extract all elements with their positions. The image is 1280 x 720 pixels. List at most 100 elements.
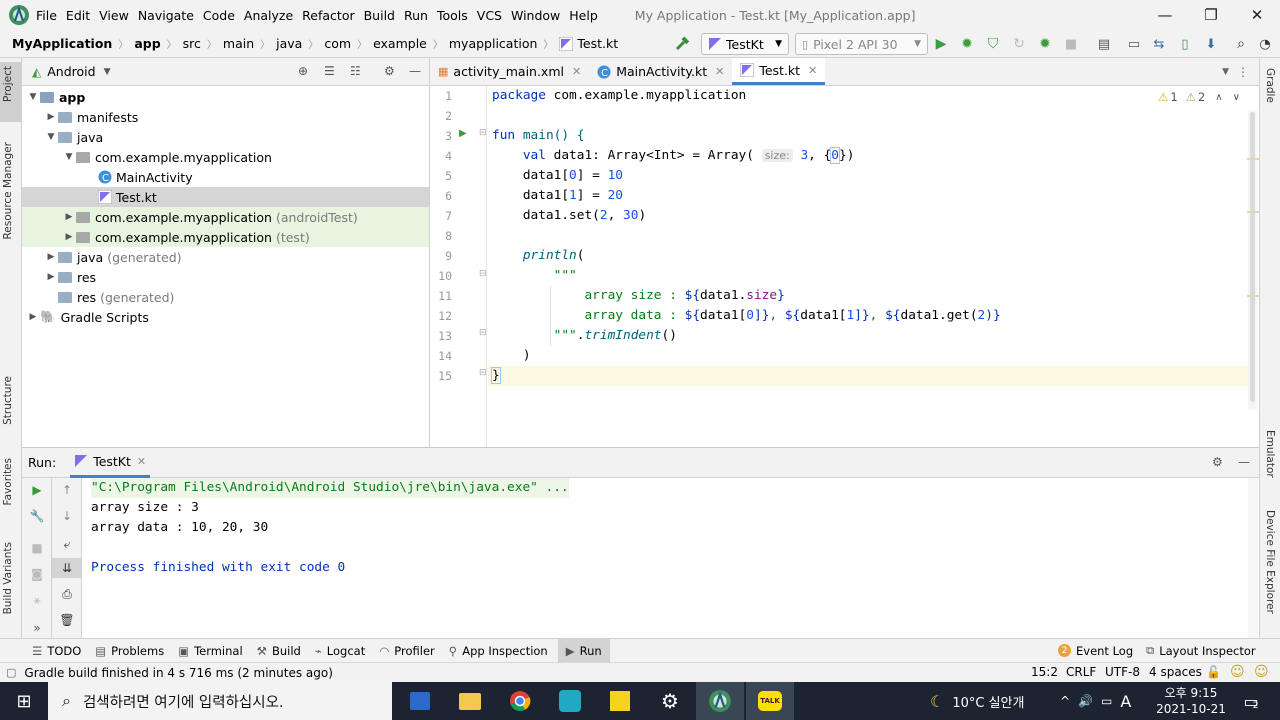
taskbar-store[interactable] (396, 682, 444, 720)
notification-center-button[interactable]: ▭ 2 (1234, 682, 1268, 720)
collapse-all-icon[interactable]: ☷ (350, 64, 361, 78)
run-tool-button-active[interactable]: ▶ Run (557, 639, 610, 662)
console-scrollbar[interactable] (1248, 478, 1258, 639)
run-gutter-icon[interactable]: ▶ (459, 128, 467, 139)
minimize-button[interactable]: — (1142, 0, 1188, 30)
build-hammer-button[interactable] (672, 33, 692, 55)
menu-tools[interactable]: Tools (437, 8, 468, 23)
avd-manager-button[interactable]: ▯ (1176, 33, 1194, 55)
tab-mainactivity-kt[interactable]: C MainActivity.kt ✕ (589, 58, 732, 85)
taskbar-file-explorer[interactable] (446, 682, 494, 720)
line-separator[interactable]: CRLF (1066, 665, 1096, 679)
menu-help[interactable]: Help (569, 8, 598, 23)
menu-window[interactable]: Window (511, 8, 560, 23)
indent-setting[interactable]: 4 spaces (1149, 665, 1202, 679)
breadcrumb-src[interactable]: src (183, 36, 201, 51)
attach-debugger-button[interactable]: ✹ (1036, 33, 1054, 55)
breadcrumb-file[interactable]: Test.kt (577, 36, 618, 51)
tree-node-java[interactable]: ▼ java (22, 127, 429, 147)
search-everywhere-button[interactable]: ⌕ (1232, 33, 1250, 55)
menu-navigate[interactable]: Navigate (138, 8, 194, 23)
resource-manager-tool-tab[interactable]: Resource Manager (2, 142, 14, 240)
menu-analyze[interactable]: Analyze (244, 8, 293, 23)
up-stack-button[interactable]: ↑ (52, 480, 82, 500)
menu-refactor[interactable]: Refactor (302, 8, 354, 23)
favorites-tool-tab[interactable]: Favorites (2, 458, 14, 505)
chevron-up-icon[interactable]: ∧ (1215, 92, 1222, 103)
fold-icon[interactable]: ⊟ (479, 328, 487, 338)
sdk-manager-button[interactable]: ⬇ (1202, 33, 1220, 55)
menu-file[interactable]: File (36, 8, 57, 23)
feedback-icon[interactable]: ☺ (1254, 664, 1269, 680)
menu-vcs[interactable]: VCS (477, 8, 502, 23)
breadcrumb-myapplication[interactable]: myapplication (449, 36, 538, 51)
tab-test-kt[interactable]: Test.kt ✕ (732, 58, 826, 85)
menu-view[interactable]: View (99, 8, 129, 23)
print-button[interactable]: ⎙ (52, 584, 82, 604)
status-message[interactable]: Gradle build finished in 4 s 716 ms (2 m… (24, 666, 332, 680)
tree-node-res[interactable]: ▶ res (22, 267, 429, 287)
structure-tool-tab[interactable]: Structure (2, 376, 14, 425)
clock[interactable]: 오후 9:15 2021-10-21 (1156, 682, 1226, 720)
emulator-tool-tab[interactable]: Emulator (1264, 430, 1276, 478)
tree-node-android-test[interactable]: ▶ com.example.myapplication (androidTest) (22, 207, 429, 227)
tree-node-gradle-scripts[interactable]: ▶ 🐘 Gradle Scripts (22, 307, 429, 327)
taskbar-settings[interactable]: ⚙ (646, 682, 694, 720)
sync-gradle-button[interactable]: ⇆ (1150, 33, 1168, 55)
edit-config-button[interactable]: 🔧 (22, 506, 52, 526)
problems-tool-button[interactable]: ▤ Problems (95, 644, 164, 658)
toggle-tool-windows-icon[interactable]: ▢ (6, 666, 16, 679)
expand-all-icon[interactable]: ☰ (324, 64, 335, 78)
tab-overflow[interactable]: ▼ ⋮ (1222, 58, 1259, 85)
more-actions-button[interactable]: » (22, 618, 52, 638)
smiley-icon[interactable]: ☺ (1230, 664, 1245, 680)
tree-node-package[interactable]: ▼ com.example.myapplication (22, 147, 429, 167)
app-inspection-tool-button[interactable]: ⚲ App Inspection (449, 644, 548, 658)
gradle-tool-tab[interactable]: Gradle (1264, 68, 1276, 103)
breadcrumb-com[interactable]: com (324, 36, 351, 51)
layout-inspector-button[interactable]: ⧉ Layout Inspector (1146, 643, 1256, 658)
taskbar-sticky-notes[interactable] (596, 682, 644, 720)
breadcrumb-example[interactable]: example (373, 36, 427, 51)
close-window-button[interactable]: ✕ (1234, 0, 1280, 30)
tree-node-res-generated[interactable]: res (generated) (22, 287, 429, 307)
project-tool-tab[interactable]: Project (2, 66, 14, 102)
tree-node-unit-test[interactable]: ▶ com.example.myapplication (test) (22, 227, 429, 247)
project-structure-button[interactable]: ▤ (1095, 33, 1113, 55)
menu-edit[interactable]: Edit (66, 8, 90, 23)
tree-node-test-kt-selected[interactable]: Test.kt (22, 187, 429, 207)
hide-panel-icon[interactable]: — (1238, 455, 1250, 469)
run-config-dropdown[interactable]: TestKt ▼ (701, 33, 789, 55)
menu-run[interactable]: Run (404, 8, 428, 23)
inspection-widget[interactable]: ⚠ 1 ⚠ 2 ∧ ∨ (1158, 90, 1240, 104)
taskbar-app-bird[interactable] (546, 682, 594, 720)
menu-build[interactable]: Build (364, 8, 395, 23)
chevron-down-icon[interactable]: ▼ (104, 67, 111, 77)
tree-node-mainactivity[interactable]: C MainActivity (22, 167, 429, 187)
debug-button[interactable]: ✹ (958, 33, 976, 55)
close-tab-icon[interactable]: ✕ (137, 455, 146, 468)
fold-icon[interactable]: ⊟ (479, 269, 487, 279)
close-tab-icon[interactable]: ✕ (715, 65, 724, 78)
scrollbar-thumb[interactable] (1250, 112, 1255, 402)
tab-activity-main-xml[interactable]: ▦ activity_main.xml ✕ (430, 58, 589, 85)
breadcrumb-main[interactable]: main (223, 36, 254, 51)
tree-node-app[interactable]: ▼ app (22, 87, 429, 107)
locate-icon[interactable]: ⊕ (298, 64, 308, 78)
project-view-selector[interactable]: Android (47, 64, 95, 79)
caret-position[interactable]: 15:2 (1031, 665, 1058, 679)
build-variants-tool-tab[interactable]: Build Variants (2, 542, 14, 614)
code-area[interactable]: package com.example.myapplication fun ma… (488, 86, 1248, 447)
device-dropdown[interactable]: ▯ Pixel 2 API 30 ▼ (795, 33, 928, 55)
gear-icon[interactable]: ⚙ (1212, 455, 1223, 469)
scroll-to-end-button[interactable]: ⇊ (52, 558, 82, 578)
run-tab-testkt[interactable]: TestKt ✕ (70, 448, 151, 478)
menu-code[interactable]: Code (203, 8, 235, 23)
rerun-button[interactable]: ▶ (22, 480, 52, 500)
soft-wrap-button[interactable]: ⤶ (52, 534, 82, 554)
tray-icons[interactable]: ^ 🔊 ▭ A (1060, 682, 1131, 720)
fold-icon[interactable]: ⊟ (479, 128, 487, 138)
close-tab-icon[interactable]: ✕ (572, 65, 581, 78)
breadcrumb-app[interactable]: app (134, 36, 160, 51)
weather-widget[interactable]: ☾ 10°C 실안개 (930, 682, 1024, 720)
